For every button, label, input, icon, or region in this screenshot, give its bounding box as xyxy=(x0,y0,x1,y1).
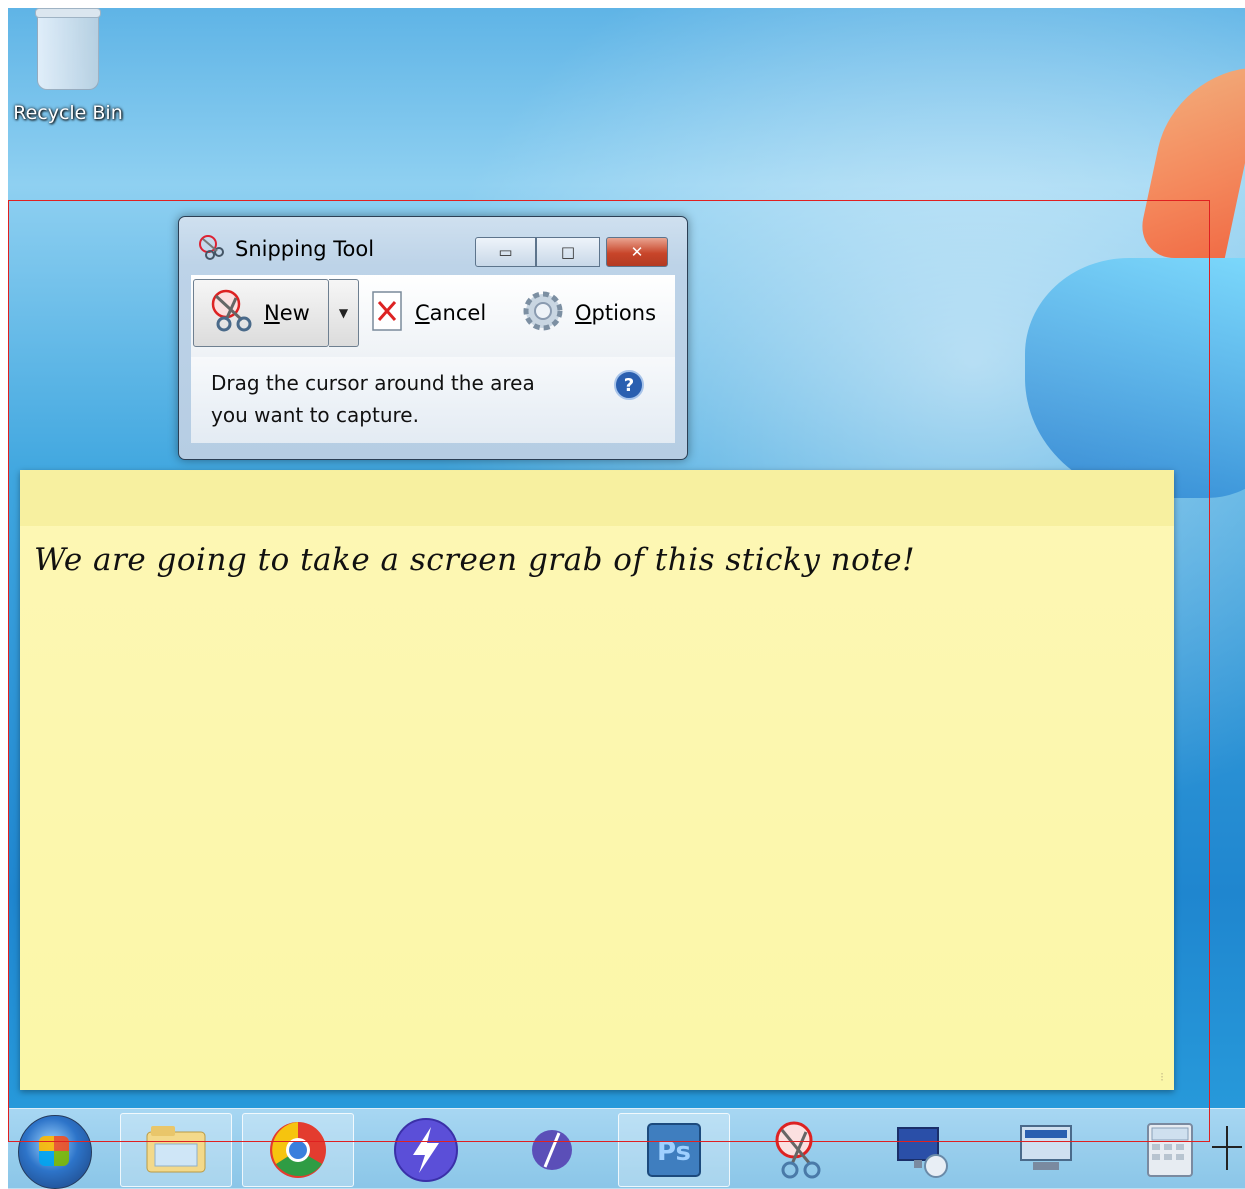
wallpaper-windows-logo xyxy=(1025,258,1245,498)
sticky-note-header[interactable] xyxy=(20,470,1174,526)
minimize-icon: ▭ xyxy=(498,243,513,261)
taskbar-item-lightning-app[interactable] xyxy=(370,1113,482,1187)
remote-desktop-icon xyxy=(897,1127,948,1178)
cancel-icon xyxy=(371,290,405,337)
sticky-note-text[interactable]: We are going to take a screen grab of th… xyxy=(34,542,915,578)
network-computer-icon xyxy=(1020,1125,1072,1170)
windows-explorer-icon xyxy=(146,1126,206,1173)
title-bar[interactable]: Snipping Tool xyxy=(197,233,374,265)
taskbar: Ps xyxy=(8,1108,1245,1189)
taskbar-item-snipping-tool[interactable] xyxy=(742,1113,854,1187)
chrome-icon xyxy=(270,1122,326,1178)
scissors-icon xyxy=(197,234,227,264)
svg-text:Ps: Ps xyxy=(657,1137,691,1167)
help-button[interactable]: ? xyxy=(613,369,645,405)
desktop-icon-recycle-bin[interactable]: Recycle Bin xyxy=(8,8,128,138)
photoshop-icon: Ps xyxy=(647,1123,701,1177)
snip-mode-dropdown[interactable]: ▼ xyxy=(329,279,359,347)
taskbar-item-explorer[interactable] xyxy=(120,1113,232,1187)
cancel-label: Cancel xyxy=(415,301,487,325)
new-snip-scissors-icon xyxy=(206,286,256,340)
svg-text:?: ? xyxy=(624,375,634,396)
resize-grip-icon[interactable]: ⁝ xyxy=(1160,1070,1164,1084)
sticky-note[interactable]: We are going to take a screen grab of th… xyxy=(20,470,1174,1090)
close-icon: ✕ xyxy=(630,243,644,261)
minimize-button[interactable]: ▭ xyxy=(475,237,536,267)
instruction-panel: Drag the cursor around the area you want… xyxy=(191,357,675,443)
options-label: Options xyxy=(575,301,657,325)
recycle-bin-icon xyxy=(35,8,101,90)
toolbar: New ▼ Cancel Options xyxy=(191,275,675,357)
taskbar-item-network-computer[interactable] xyxy=(990,1113,1102,1187)
taskbar-item-calculator[interactable] xyxy=(1114,1113,1226,1187)
taskbar-item-remote-desktop[interactable] xyxy=(866,1113,978,1187)
maximize-icon: □ xyxy=(560,243,576,261)
new-snip-button[interactable]: New xyxy=(193,279,329,347)
gear-icon xyxy=(521,289,565,338)
chevron-down-icon: ▼ xyxy=(338,306,349,320)
taskbar-item-photoshop[interactable]: Ps xyxy=(618,1113,730,1187)
instruction-text: Drag the cursor around the area you want… xyxy=(211,371,535,427)
window-title: Snipping Tool xyxy=(235,237,375,261)
cancel-button[interactable]: Cancel xyxy=(371,279,486,347)
lightning-app-icon xyxy=(394,1118,458,1182)
help-icon: ? xyxy=(614,370,644,400)
taskbar-item-chrome[interactable] xyxy=(242,1113,354,1187)
new-snip-label: New xyxy=(264,301,310,325)
recycle-bin-label: Recycle Bin xyxy=(13,102,123,124)
start-button[interactable] xyxy=(18,1115,92,1189)
wallpaper-accent xyxy=(1134,68,1245,258)
maximize-button[interactable]: □ xyxy=(536,237,600,267)
taskbar-item-feather-app[interactable] xyxy=(496,1113,608,1187)
crosshair-cursor-icon xyxy=(1212,1126,1242,1170)
snipping-tool-icon xyxy=(775,1121,821,1179)
snipping-tool-window: Snipping Tool ▭ □ ✕ New ▼ Cancel Options… xyxy=(178,216,688,460)
options-button[interactable]: Options xyxy=(521,279,656,347)
feather-app-icon xyxy=(532,1130,572,1170)
close-button[interactable]: ✕ xyxy=(606,237,668,267)
calculator-icon xyxy=(1147,1123,1193,1177)
